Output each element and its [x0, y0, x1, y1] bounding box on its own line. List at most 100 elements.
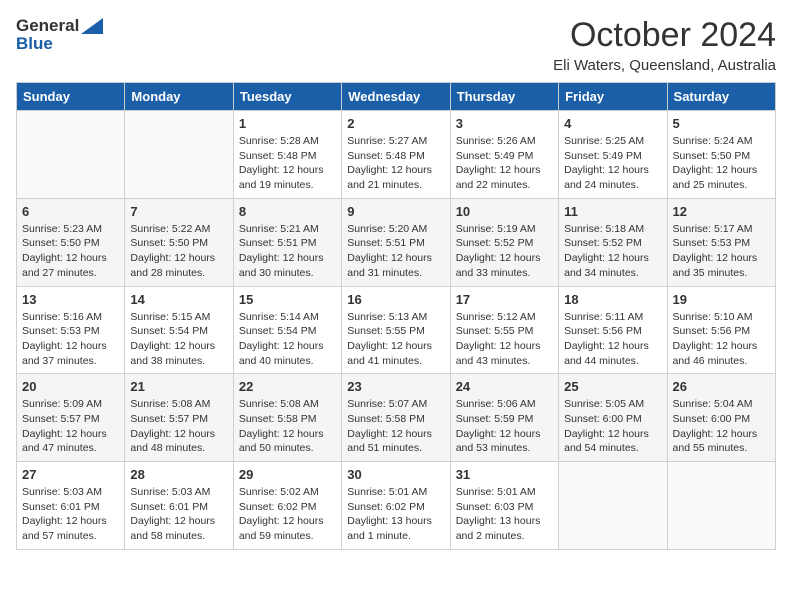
- day-number: 13: [22, 292, 119, 307]
- calendar-cell: 25 Sunrise: 5:05 AM Sunset: 6:00 PM Dayli…: [559, 374, 667, 462]
- calendar-cell: 1 Sunrise: 5:28 AM Sunset: 5:48 PM Daylig…: [233, 111, 341, 199]
- day-number: 1: [239, 116, 336, 131]
- calendar-cell: 3Sunrise: 5:26 AM Sunset: 5:49 PM Daylig…: [450, 111, 558, 199]
- calendar-cell: 17 Sunrise: 5:12 AM Sunset: 5:55 PM Dayli…: [450, 286, 558, 374]
- calendar-cell: 23Sunrise: 5:07 AM Sunset: 5:58 PM Dayli…: [342, 374, 450, 462]
- day-info: Sunrise: 5:16 AM Sunset: 5:53 PM Dayligh…: [22, 310, 119, 369]
- calendar-cell: 9Sunrise: 5:20 AM Sunset: 5:51 PM Daylig…: [342, 198, 450, 286]
- calendar-cell: [125, 111, 233, 199]
- calendar-cell: [17, 111, 125, 199]
- day-number: 18: [564, 292, 661, 307]
- header-row: SundayMondayTuesdayWednesdayThursdayFrid…: [17, 83, 776, 111]
- calendar-week-5: 27 Sunrise: 5:03 AM Sunset: 6:01 PM Dayli…: [17, 462, 776, 550]
- calendar-week-4: 20Sunrise: 5:09 AM Sunset: 5:57 PM Dayli…: [17, 374, 776, 462]
- day-info: Sunrise: 5:18 AM Sunset: 5:52 PM Dayligh…: [564, 222, 661, 281]
- calendar-cell: [667, 462, 775, 550]
- day-number: 6: [22, 204, 119, 219]
- day-info: Sunrise: 5:09 AM Sunset: 5:57 PM Dayligh…: [22, 397, 119, 456]
- day-number: 8: [239, 204, 336, 219]
- day-number: 24: [456, 379, 553, 394]
- header: General Blue October 2024 Eli Waters, Qu…: [16, 16, 776, 74]
- day-info: Sunrise: 5:28 AM Sunset: 5:48 PM Dayligh…: [239, 134, 336, 193]
- calendar-cell: 2 Sunrise: 5:27 AM Sunset: 5:48 PM Daylig…: [342, 111, 450, 199]
- day-info: Sunrise: 5:01 AM Sunset: 6:02 PM Dayligh…: [347, 485, 444, 544]
- day-number: 5: [673, 116, 770, 131]
- logo-icon: [81, 18, 103, 34]
- location-subtitle: Eli Waters, Queensland, Australia: [553, 57, 776, 74]
- day-info: Sunrise: 5:27 AM Sunset: 5:48 PM Dayligh…: [347, 134, 444, 193]
- col-header-tuesday: Tuesday: [233, 83, 341, 111]
- day-number: 4: [564, 116, 661, 131]
- day-number: 14: [130, 292, 227, 307]
- calendar-cell: 31 Sunrise: 5:01 AM Sunset: 6:03 PM Dayli…: [450, 462, 558, 550]
- day-info: Sunrise: 5:07 AM Sunset: 5:58 PM Dayligh…: [347, 397, 444, 456]
- col-header-saturday: Saturday: [667, 83, 775, 111]
- day-info: Sunrise: 5:08 AM Sunset: 5:58 PM Dayligh…: [239, 397, 336, 456]
- day-info: Sunrise: 5:01 AM Sunset: 6:03 PM Dayligh…: [456, 485, 553, 544]
- day-info: Sunrise: 5:19 AM Sunset: 5:52 PM Dayligh…: [456, 222, 553, 281]
- calendar-cell: 12Sunrise: 5:17 AM Sunset: 5:53 PM Dayli…: [667, 198, 775, 286]
- calendar-cell: 18Sunrise: 5:11 AM Sunset: 5:56 PM Dayli…: [559, 286, 667, 374]
- day-number: 27: [22, 467, 119, 482]
- calendar-cell: 20Sunrise: 5:09 AM Sunset: 5:57 PM Dayli…: [17, 374, 125, 462]
- day-info: Sunrise: 5:06 AM Sunset: 5:59 PM Dayligh…: [456, 397, 553, 456]
- calendar-cell: 21 Sunrise: 5:08 AM Sunset: 5:57 PM Dayli…: [125, 374, 233, 462]
- calendar-week-1: 1 Sunrise: 5:28 AM Sunset: 5:48 PM Daylig…: [17, 111, 776, 199]
- calendar-cell: 16 Sunrise: 5:13 AM Sunset: 5:55 PM Dayli…: [342, 286, 450, 374]
- calendar-cell: 6 Sunrise: 5:23 AM Sunset: 5:50 PM Daylig…: [17, 198, 125, 286]
- day-info: Sunrise: 5:22 AM Sunset: 5:50 PM Dayligh…: [130, 222, 227, 281]
- day-info: Sunrise: 5:05 AM Sunset: 6:00 PM Dayligh…: [564, 397, 661, 456]
- logo-blue: Blue: [16, 34, 53, 54]
- day-info: Sunrise: 5:15 AM Sunset: 5:54 PM Dayligh…: [130, 310, 227, 369]
- logo-general: General: [16, 16, 79, 36]
- calendar-cell: 13 Sunrise: 5:16 AM Sunset: 5:53 PM Dayli…: [17, 286, 125, 374]
- day-info: Sunrise: 5:12 AM Sunset: 5:55 PM Dayligh…: [456, 310, 553, 369]
- day-info: Sunrise: 5:14 AM Sunset: 5:54 PM Dayligh…: [239, 310, 336, 369]
- day-info: Sunrise: 5:10 AM Sunset: 5:56 PM Dayligh…: [673, 310, 770, 369]
- day-number: 2: [347, 116, 444, 131]
- calendar-cell: 29 Sunrise: 5:02 AM Sunset: 6:02 PM Dayli…: [233, 462, 341, 550]
- day-info: Sunrise: 5:02 AM Sunset: 6:02 PM Dayligh…: [239, 485, 336, 544]
- day-number: 30: [347, 467, 444, 482]
- day-number: 31: [456, 467, 553, 482]
- day-number: 25: [564, 379, 661, 394]
- day-number: 28: [130, 467, 227, 482]
- day-number: 11: [564, 204, 661, 219]
- calendar-cell: 19Sunrise: 5:10 AM Sunset: 5:56 PM Dayli…: [667, 286, 775, 374]
- logo: General Blue: [16, 16, 103, 54]
- day-number: 9: [347, 204, 444, 219]
- calendar-table: SundayMondayTuesdayWednesdayThursdayFrid…: [16, 82, 776, 550]
- col-header-sunday: Sunday: [17, 83, 125, 111]
- day-info: Sunrise: 5:03 AM Sunset: 6:01 PM Dayligh…: [130, 485, 227, 544]
- day-info: Sunrise: 5:04 AM Sunset: 6:00 PM Dayligh…: [673, 397, 770, 456]
- calendar-cell: 4 Sunrise: 5:25 AM Sunset: 5:49 PM Daylig…: [559, 111, 667, 199]
- col-header-friday: Friday: [559, 83, 667, 111]
- day-number: 15: [239, 292, 336, 307]
- title-area: October 2024 Eli Waters, Queensland, Aus…: [553, 16, 776, 74]
- day-info: Sunrise: 5:23 AM Sunset: 5:50 PM Dayligh…: [22, 222, 119, 281]
- calendar-cell: 24 Sunrise: 5:06 AM Sunset: 5:59 PM Dayli…: [450, 374, 558, 462]
- calendar-cell: 30 Sunrise: 5:01 AM Sunset: 6:02 PM Dayli…: [342, 462, 450, 550]
- day-number: 12: [673, 204, 770, 219]
- col-header-wednesday: Wednesday: [342, 83, 450, 111]
- day-number: 16: [347, 292, 444, 307]
- day-number: 3: [456, 116, 553, 131]
- day-number: 29: [239, 467, 336, 482]
- day-number: 10: [456, 204, 553, 219]
- day-info: Sunrise: 5:24 AM Sunset: 5:50 PM Dayligh…: [673, 134, 770, 193]
- calendar-cell: [559, 462, 667, 550]
- calendar-week-2: 6 Sunrise: 5:23 AM Sunset: 5:50 PM Daylig…: [17, 198, 776, 286]
- day-number: 21: [130, 379, 227, 394]
- calendar-cell: 22Sunrise: 5:08 AM Sunset: 5:58 PM Dayli…: [233, 374, 341, 462]
- day-info: Sunrise: 5:13 AM Sunset: 5:55 PM Dayligh…: [347, 310, 444, 369]
- col-header-thursday: Thursday: [450, 83, 558, 111]
- calendar-cell: 14 Sunrise: 5:15 AM Sunset: 5:54 PM Dayli…: [125, 286, 233, 374]
- month-title: October 2024: [553, 16, 776, 55]
- calendar-cell: 26 Sunrise: 5:04 AM Sunset: 6:00 PM Dayli…: [667, 374, 775, 462]
- day-number: 17: [456, 292, 553, 307]
- day-number: 26: [673, 379, 770, 394]
- calendar-cell: 7Sunrise: 5:22 AM Sunset: 5:50 PM Daylig…: [125, 198, 233, 286]
- day-info: Sunrise: 5:25 AM Sunset: 5:49 PM Dayligh…: [564, 134, 661, 193]
- calendar-week-3: 13 Sunrise: 5:16 AM Sunset: 5:53 PM Dayli…: [17, 286, 776, 374]
- day-info: Sunrise: 5:08 AM Sunset: 5:57 PM Dayligh…: [130, 397, 227, 456]
